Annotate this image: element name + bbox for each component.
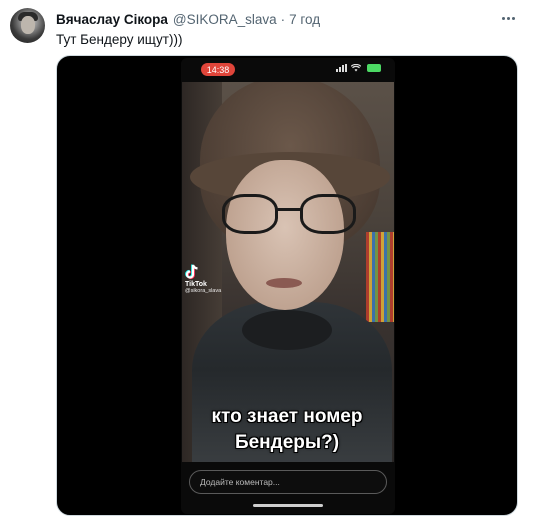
status-time: 14:38: [201, 63, 235, 76]
video-media[interactable]: 14:38 TikTok @sikora_slava кто знает ном…: [56, 55, 518, 516]
tweet-time[interactable]: 7 год: [289, 12, 320, 27]
signal-icon: [336, 64, 347, 72]
author-name[interactable]: Вячаслау Сікора: [56, 12, 168, 27]
avatar-face: [21, 16, 35, 34]
video-frame: TikTok @sikora_slava: [182, 82, 394, 462]
tweet-card: Вячаслау Сікора @SIKORA_slava · 7 год Ту…: [0, 0, 534, 524]
tiktok-label: TikTok: [185, 281, 207, 288]
tweet-header: Вячаслау Сікора @SIKORA_slava · 7 год: [56, 10, 320, 28]
tiktok-handle: @sikora_slava: [185, 288, 222, 294]
home-indicator: [253, 504, 323, 507]
avatar[interactable]: [10, 8, 45, 43]
phone-screen-recording: 14:38 TikTok @sikora_slava кто знает ном…: [181, 58, 395, 514]
person-mouth: [266, 278, 302, 288]
phone-status-bar: 14:38: [181, 58, 395, 78]
battery-icon: [367, 64, 381, 72]
author-handle[interactable]: @SIKORA_slava: [173, 12, 277, 27]
tweet-text: Тут Бендеру ищут))): [56, 32, 183, 47]
video-caption-line1: кто знает номер: [211, 406, 363, 427]
person-collar: [242, 310, 332, 350]
video-caption-line2: Бендеры?): [234, 432, 340, 453]
status-icons: [336, 64, 381, 72]
background-shelf: [366, 232, 394, 322]
tiktok-watermark: TikTok @sikora_slava: [185, 264, 245, 294]
wifi-icon: [351, 64, 361, 72]
glasses-icon: [222, 194, 356, 234]
separator-dot: ·: [280, 11, 286, 27]
comment-input: Додайте коментар...: [189, 470, 387, 494]
more-options-icon[interactable]: [497, 9, 519, 27]
tiktok-icon: [185, 264, 198, 280]
